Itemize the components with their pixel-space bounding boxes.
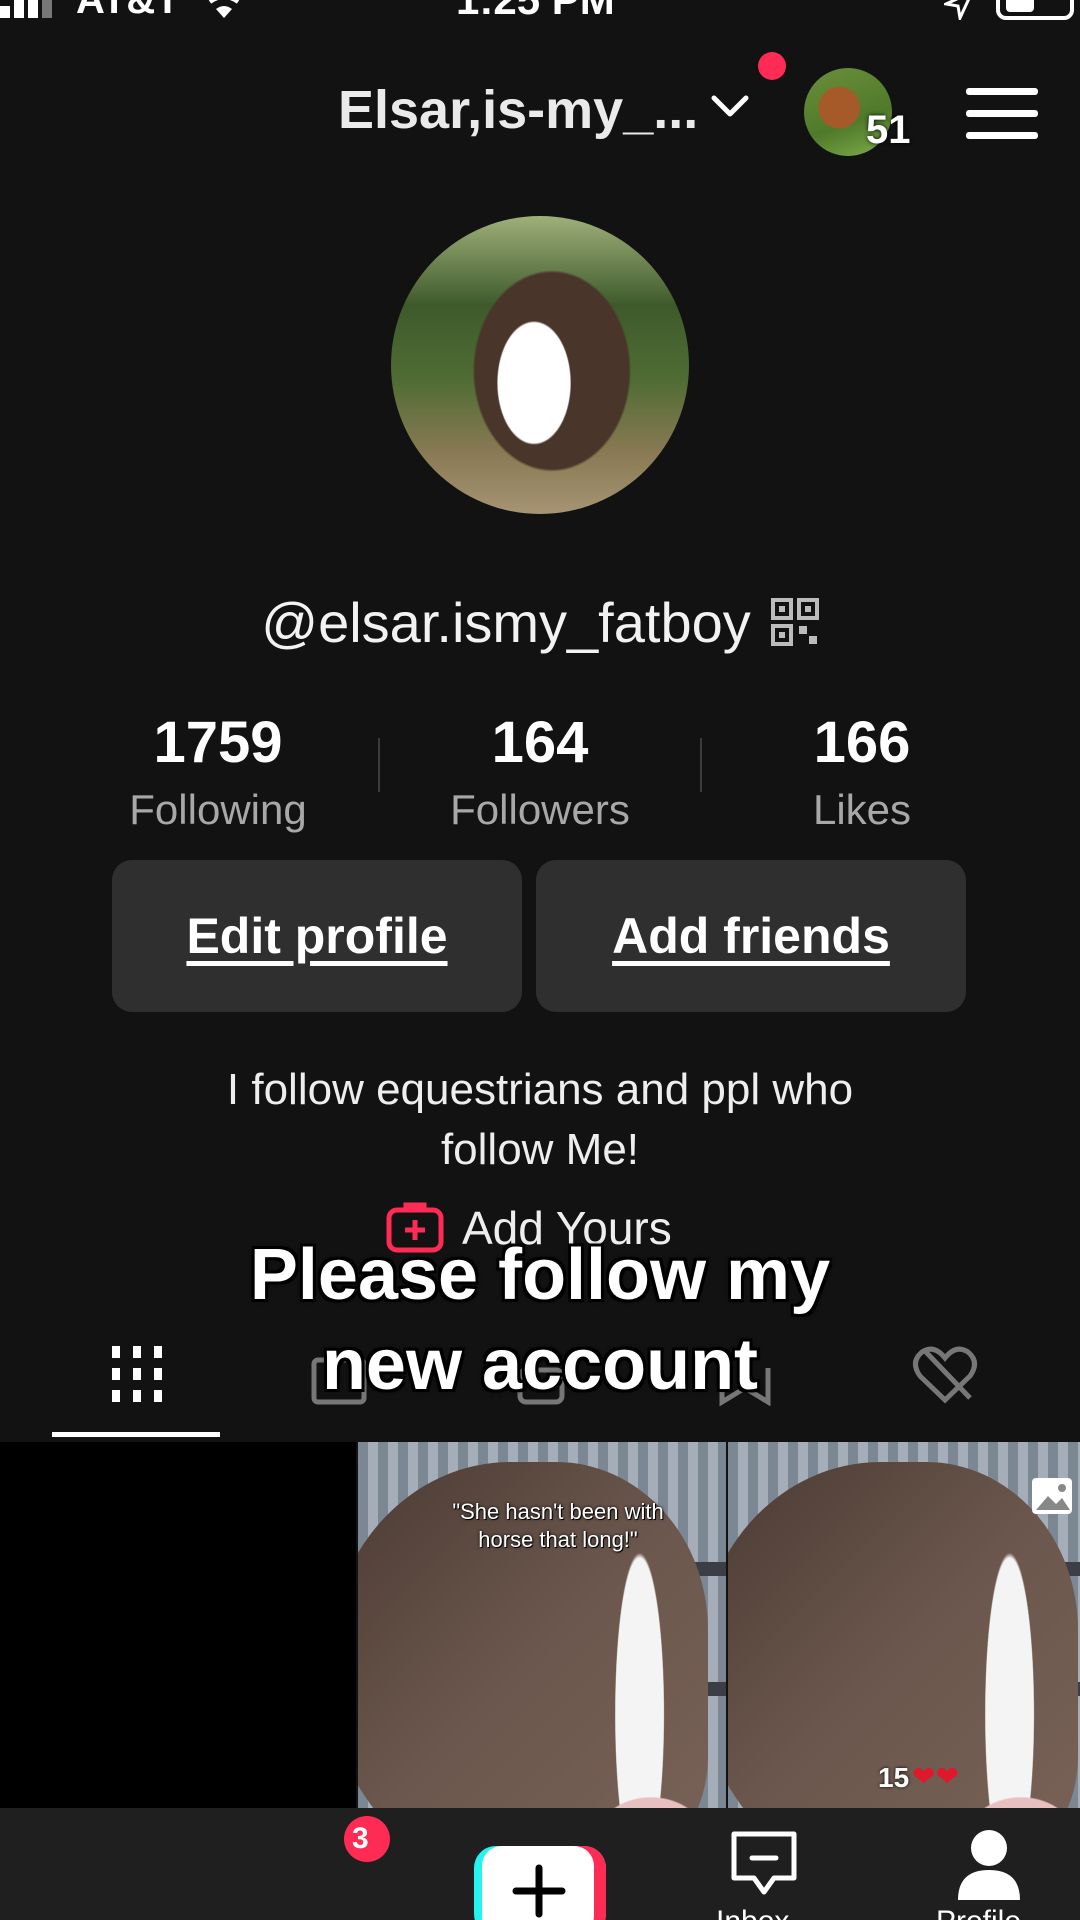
following-count: 1759 xyxy=(153,710,283,775)
stat-followers[interactable]: 164 Followers xyxy=(410,710,670,836)
following-label: Following xyxy=(129,786,307,833)
followers-label: Followers xyxy=(450,786,630,833)
horse-image xyxy=(728,1462,1078,1808)
chevron-down-icon[interactable] xyxy=(710,92,750,122)
profile-icon[interactable] xyxy=(956,1828,1022,1900)
bio: I follow equestrians and ppl who follow … xyxy=(100,1060,980,1180)
followers-count: 164 xyxy=(491,710,589,775)
add-friends-button[interactable]: Add friends xyxy=(536,860,966,1012)
edit-profile-button[interactable]: Edit profile xyxy=(112,860,522,1012)
create-button[interactable] xyxy=(474,1846,606,1920)
qr-code-icon[interactable] xyxy=(770,598,819,646)
photo-icon xyxy=(1032,1478,1072,1514)
stat-divider xyxy=(378,738,380,792)
stat-likes[interactable]: 166 Likes xyxy=(732,710,992,836)
username: @elsar.ismy_fatboy xyxy=(261,591,751,654)
thumbnail-caption: "She hasn't been with horse that long!" xyxy=(452,1499,664,1552)
likes-label: Likes xyxy=(812,786,912,833)
active-tab-indicator xyxy=(52,1432,220,1437)
overlay-caption: Please follow my new account xyxy=(0,1230,1080,1410)
profile-label[interactable]: Profile xyxy=(936,1904,1021,1920)
battery-icon xyxy=(996,0,1074,20)
bio-line: I follow equestrians and ppl who xyxy=(226,1065,854,1114)
create-plus-icon xyxy=(512,1864,566,1918)
status-time: 1:25 PM xyxy=(456,0,615,22)
wifi-icon xyxy=(208,0,240,18)
location-arrow-icon xyxy=(944,0,970,20)
view-count: 15 xyxy=(878,1762,910,1793)
caption-line: new account xyxy=(321,1325,759,1405)
switch-account-count: 51 xyxy=(866,108,911,152)
account-switcher-name[interactable]: Elsar,is-my_... xyxy=(338,80,698,140)
video-thumbnail[interactable] xyxy=(0,1442,356,1808)
bio-line: follow Me! xyxy=(440,1125,640,1174)
notification-dot xyxy=(758,52,786,80)
hamburger-menu-icon[interactable] xyxy=(966,86,1038,140)
video-thumbnail[interactable]: "She hasn't been with horse that long!" xyxy=(358,1442,726,1808)
stat-following[interactable]: 1759 Following xyxy=(88,710,348,836)
inbox-icon[interactable] xyxy=(728,1830,800,1896)
signal-icon xyxy=(0,0,52,18)
likes-count: 166 xyxy=(813,710,911,775)
username-row: @elsar.ismy_fatboy xyxy=(0,590,1080,656)
status-bar: AT&T 1:25 PM xyxy=(0,0,1080,22)
video-thumbnail[interactable]: 15 ❤❤ xyxy=(728,1442,1080,1808)
caption-line: Please follow my xyxy=(249,1235,831,1315)
carrier-label: AT&T xyxy=(76,0,180,22)
profile-avatar[interactable] xyxy=(391,216,689,514)
inbox-label[interactable]: Inbox xyxy=(716,1904,789,1920)
stat-divider xyxy=(700,738,702,792)
notification-badge: 3 xyxy=(344,1816,390,1862)
hearts-emoji: ❤❤ xyxy=(912,1761,959,1792)
